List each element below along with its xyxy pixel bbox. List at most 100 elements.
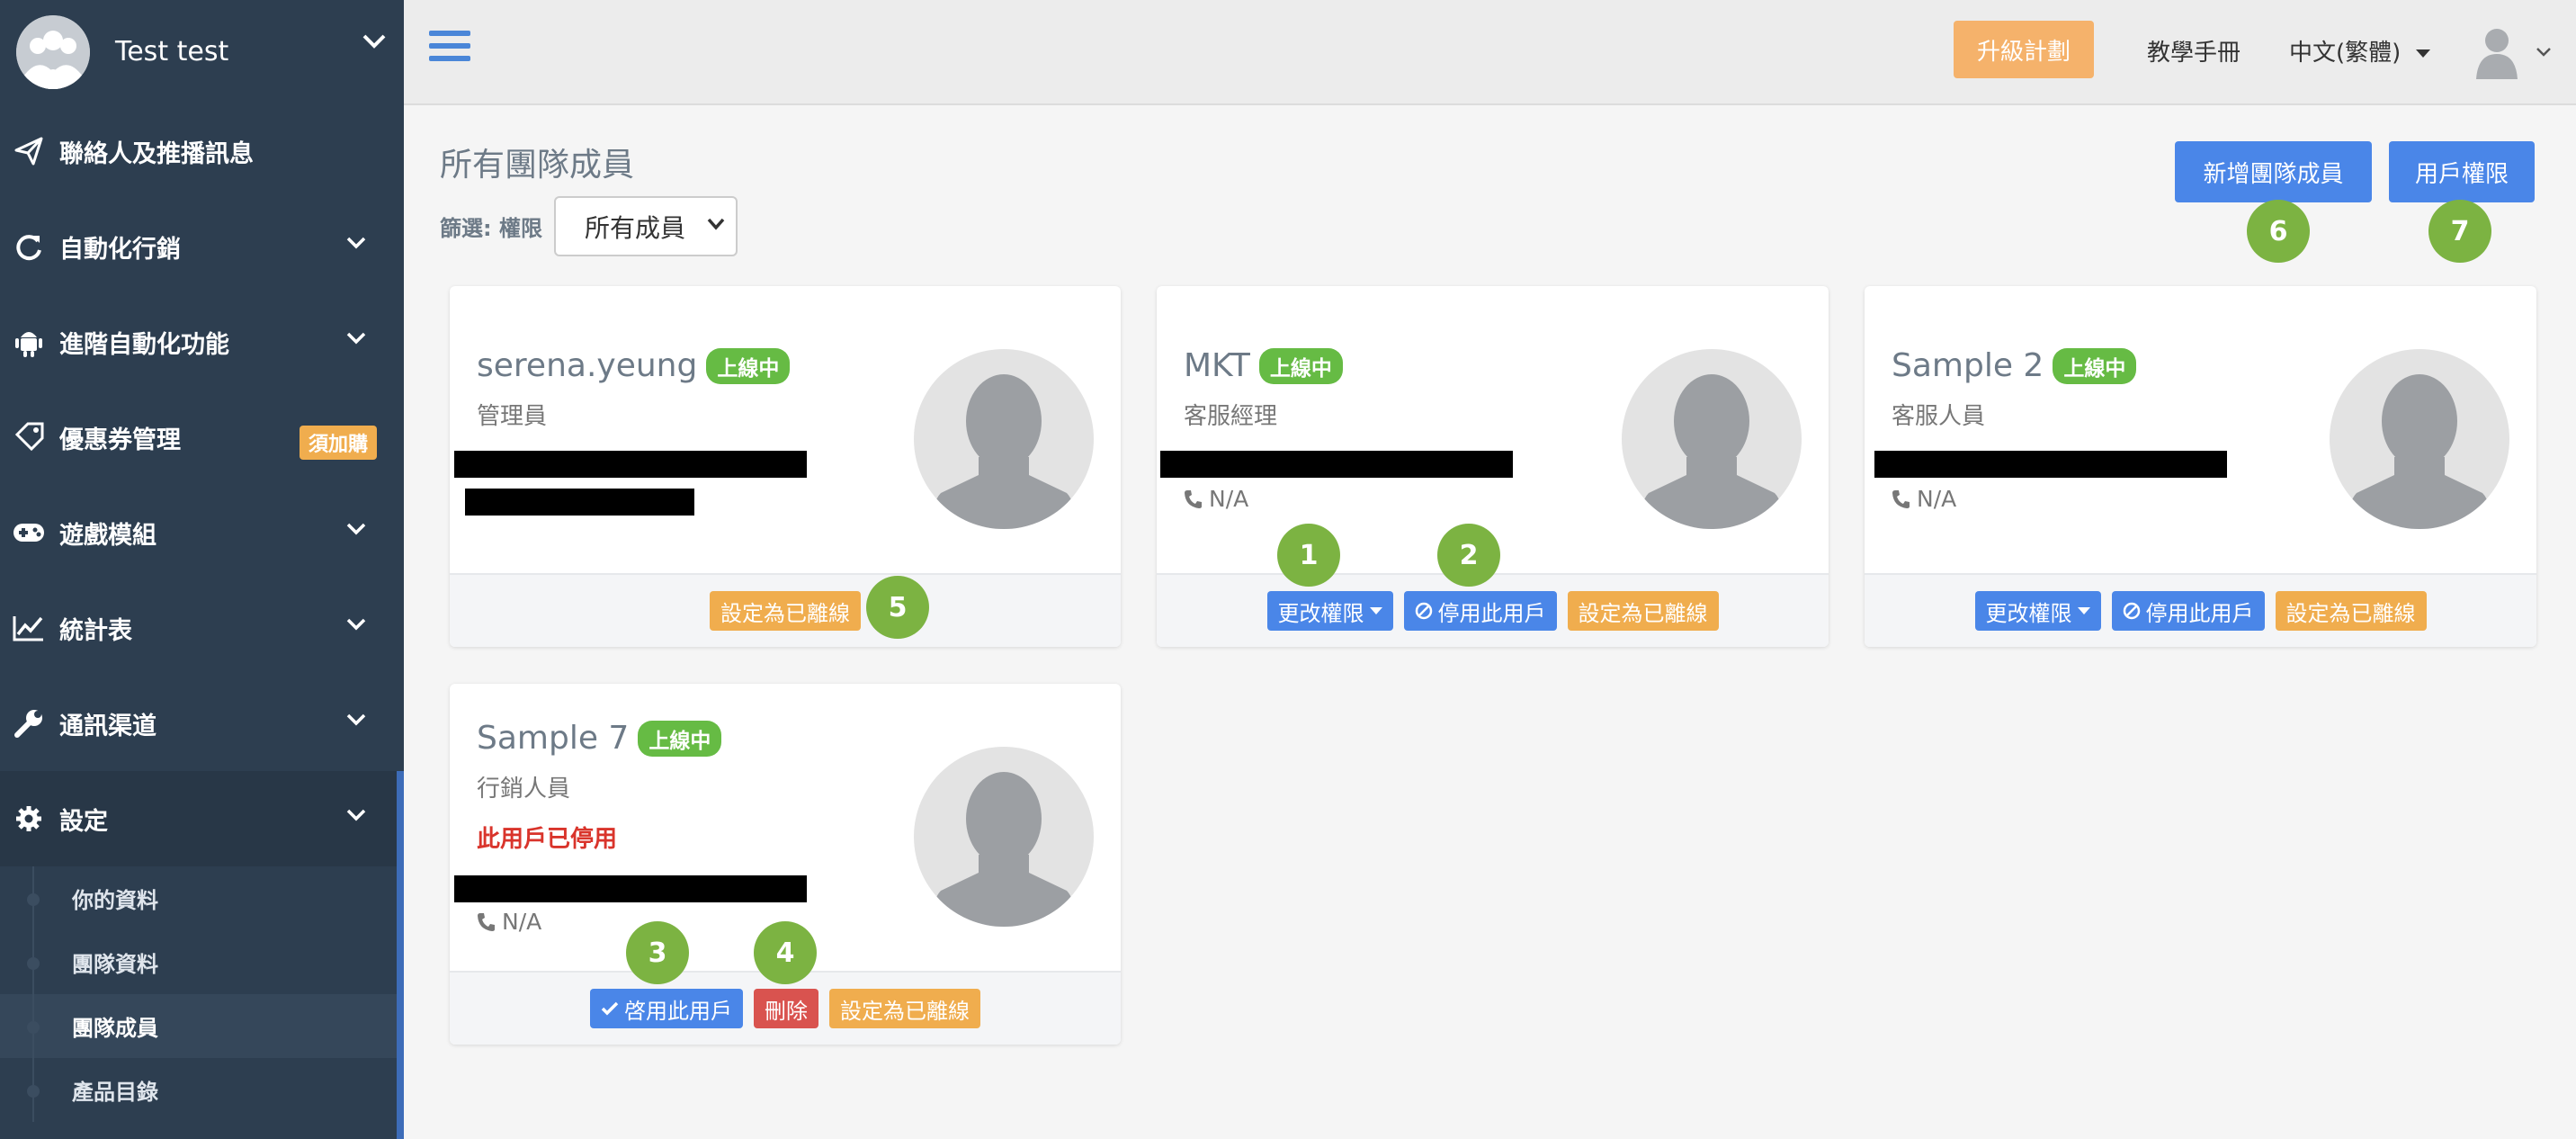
member-name: MKT bbox=[1184, 347, 1250, 384]
button-label: 停用此用戶 bbox=[1437, 600, 1546, 626]
gear-icon bbox=[13, 803, 45, 835]
status-badge: 上線中 bbox=[2053, 347, 2137, 384]
member-card: MKT 上線中 客服經理 N/A 更改權限 停用此用戶 設定為已離線 bbox=[1157, 286, 1829, 647]
caret-down-icon bbox=[2077, 607, 2090, 614]
chevron-down-icon bbox=[346, 237, 366, 249]
button-label: 更改權限 bbox=[1277, 600, 1364, 626]
page-title: 所有團隊成員 bbox=[440, 147, 635, 184]
chevron-down-icon[interactable] bbox=[362, 34, 386, 49]
delete-button[interactable]: 刪除 bbox=[754, 989, 818, 1028]
add-team-member-button[interactable]: 新增團隊成員 bbox=[2175, 141, 2372, 202]
member-avatar bbox=[2330, 349, 2509, 529]
topbar: 升級計劃 教學手冊 中文(繁體) bbox=[404, 0, 2576, 105]
redacted-info bbox=[465, 489, 694, 516]
set-offline-button[interactable]: 設定為已離線 bbox=[1567, 591, 1719, 631]
sidebar-sub-item-team-profile[interactable]: 團隊資料 bbox=[0, 930, 404, 994]
disable-user-button[interactable]: 停用此用戶 bbox=[2111, 591, 2265, 631]
member-avatar bbox=[914, 349, 1094, 529]
sidebar-item-label: 進階自動化功能 bbox=[59, 330, 229, 359]
wrench-icon bbox=[13, 707, 45, 740]
ban-icon bbox=[1415, 602, 1432, 620]
sidebar-item-coupons[interactable]: 優惠券管理 須加購 bbox=[0, 390, 404, 485]
member-avatar bbox=[1622, 349, 1802, 529]
change-permission-button[interactable]: 更改權限 bbox=[1974, 591, 2101, 631]
sidebar-item-label: 優惠券管理 bbox=[59, 426, 181, 454]
paper-plane-icon bbox=[13, 135, 45, 167]
member-name-row: serena.yeung 上線中 bbox=[477, 347, 791, 384]
sidebar-item-settings[interactable]: 設定 bbox=[0, 771, 404, 866]
sidebar-sub-item-team-members[interactable]: 團隊成員 bbox=[0, 994, 404, 1058]
set-offline-button[interactable]: 設定為已離線 bbox=[829, 989, 980, 1028]
member-avatar bbox=[914, 747, 1094, 927]
permission-filter-select[interactable]: 所有成員 bbox=[554, 196, 738, 256]
ticket-icon bbox=[13, 421, 45, 453]
member-card: serena.yeung 上線中 管理員 設定為已離線 bbox=[450, 286, 1121, 647]
sidebar-item-advanced-automation[interactable]: 進階自動化功能 bbox=[0, 294, 404, 390]
button-label: 啓用此用戶 bbox=[624, 998, 732, 1024]
sidebar-item-automation[interactable]: 自動化行銷 bbox=[0, 199, 404, 294]
sidebar-item-channels[interactable]: 通訊渠道 bbox=[0, 676, 404, 771]
step-marker: 7 bbox=[2428, 200, 2491, 263]
user-avatar-icon bbox=[2476, 29, 2518, 79]
chevron-down-icon bbox=[707, 218, 725, 230]
member-role: 客服人員 bbox=[1892, 403, 1986, 430]
member-name-row: Sample 2 上線中 bbox=[1892, 347, 2137, 384]
member-card: Sample 7 上線中 行銷人員 此用戶已停用 N/A 啓用此用戶 刪除 設定… bbox=[450, 684, 1121, 1045]
member-role: 客服經理 bbox=[1184, 403, 1278, 430]
phone-icon bbox=[478, 912, 495, 931]
chevron-down-icon[interactable] bbox=[2536, 47, 2552, 58]
member-name-row: Sample 7 上線中 bbox=[477, 720, 722, 757]
language-selector[interactable]: 中文(繁體) bbox=[2289, 34, 2430, 67]
user-permission-button[interactable]: 用戶權限 bbox=[2389, 141, 2535, 202]
member-name: Sample 7 bbox=[477, 720, 630, 757]
enable-user-button[interactable]: 啓用此用戶 bbox=[590, 989, 743, 1028]
manual-link[interactable]: 教學手冊 bbox=[2147, 34, 2241, 67]
step-marker: 6 bbox=[2247, 200, 2310, 263]
member-phone: N/A bbox=[1892, 486, 1956, 512]
filter-label: 篩選: 權限 bbox=[440, 216, 542, 241]
member-name: serena.yeung bbox=[477, 347, 698, 384]
settings-submenu: 你的資料 團隊資料 團隊成員 產品目錄 bbox=[0, 866, 404, 1122]
button-label: 停用此用戶 bbox=[2145, 600, 2254, 626]
caret-down-icon bbox=[2415, 49, 2430, 58]
hamburger-menu-icon[interactable] bbox=[429, 31, 470, 67]
status-badge: 上線中 bbox=[706, 347, 791, 384]
top-user-menu[interactable] bbox=[2474, 25, 2519, 79]
chevron-down-icon bbox=[346, 332, 366, 345]
disabled-notice: 此用戶已停用 bbox=[477, 826, 618, 853]
sidebar-user-box[interactable]: Test test bbox=[0, 0, 404, 103]
phone-value: N/A bbox=[1209, 486, 1249, 512]
redacted-email bbox=[454, 875, 807, 902]
sidebar-item-contacts[interactable]: 聯絡人及推播訊息 bbox=[0, 103, 404, 199]
chevron-down-icon bbox=[346, 809, 366, 821]
sidebar-item-games[interactable]: 遊戲模組 bbox=[0, 485, 404, 580]
user-avatar bbox=[16, 14, 90, 89]
refresh-icon bbox=[13, 230, 45, 263]
set-offline-button[interactable]: 設定為已離線 bbox=[2275, 591, 2427, 631]
redacted-email bbox=[1874, 451, 2227, 478]
sidebar-item-label: 設定 bbox=[59, 807, 108, 836]
caret-down-icon bbox=[1369, 607, 1382, 614]
member-name: Sample 2 bbox=[1892, 347, 2044, 384]
change-permission-button[interactable]: 更改權限 bbox=[1266, 591, 1393, 631]
sidebar-item-label: 統計表 bbox=[59, 616, 132, 645]
language-label: 中文(繁體) bbox=[2289, 40, 2402, 67]
sidebar-item-statistics[interactable]: 統計表 bbox=[0, 580, 404, 676]
button-label: 更改權限 bbox=[1985, 600, 2072, 626]
status-badge: 上線中 bbox=[638, 720, 722, 757]
sidebar-sub-item-product-catalog[interactable]: 產品目錄 bbox=[0, 1058, 404, 1122]
disable-user-button[interactable]: 停用此用戶 bbox=[1403, 591, 1557, 631]
card-actions: 更改權限 停用此用戶 設定為已離線 bbox=[1157, 573, 1829, 647]
member-phone: N/A bbox=[1184, 486, 1248, 512]
sidebar-sub-item-your-profile[interactable]: 你的資料 bbox=[0, 866, 404, 930]
status-badge: 上線中 bbox=[1258, 347, 1343, 384]
set-offline-button[interactable]: 設定為已離線 bbox=[710, 591, 861, 631]
card-actions: 設定為已離線 bbox=[450, 573, 1121, 647]
phone-icon bbox=[1892, 489, 1910, 508]
upgrade-plan-button[interactable]: 升級計劃 bbox=[1954, 21, 2094, 78]
step-marker: 5 bbox=[866, 576, 929, 639]
user-name: Test test bbox=[115, 36, 229, 67]
chevron-down-icon bbox=[346, 618, 366, 631]
sidebar-scrollbar[interactable] bbox=[397, 772, 404, 1139]
phone-icon bbox=[1185, 489, 1202, 508]
